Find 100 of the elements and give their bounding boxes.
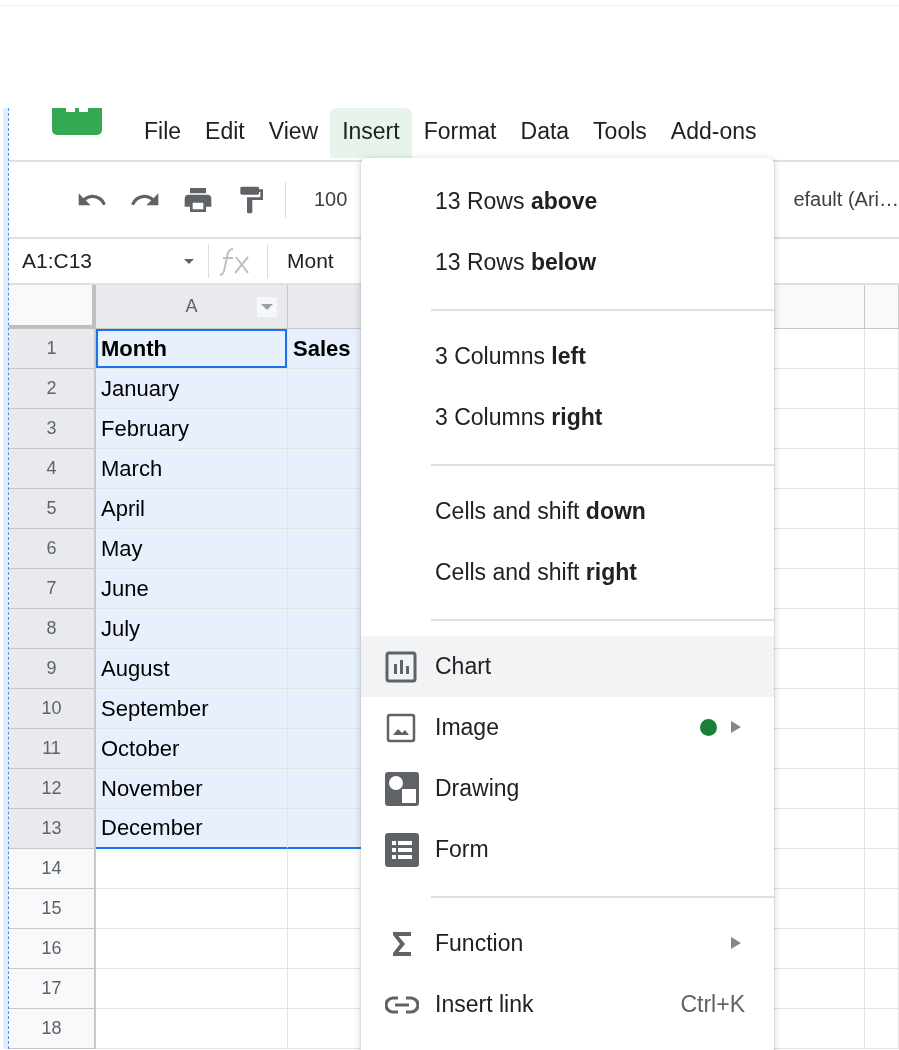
menu-item-label: Image <box>435 714 499 741</box>
table-cell[interactable] <box>865 889 899 929</box>
menu-item[interactable]: 3 Columns right <box>361 387 774 448</box>
menu-item-label: 3 Columns right <box>435 404 603 431</box>
row-header[interactable]: 5 <box>9 489 96 529</box>
table-cell[interactable] <box>96 1009 288 1049</box>
table-cell[interactable] <box>865 809 899 849</box>
table-cell[interactable]: March <box>96 449 288 489</box>
link-icon <box>385 994 419 1015</box>
menu-item[interactable]: Form <box>361 819 774 880</box>
row-header[interactable]: 12 <box>9 769 96 809</box>
menu-item-label: 13 Rows above <box>435 188 598 215</box>
column-header[interactable] <box>771 285 865 329</box>
row-header[interactable]: 4 <box>9 449 96 489</box>
row-header[interactable]: 16 <box>9 929 96 969</box>
table-cell[interactable] <box>865 329 899 369</box>
table-cell[interactable] <box>865 649 899 689</box>
table-cell[interactable]: December <box>96 809 288 849</box>
menu-bar-item[interactable]: Tools <box>581 108 659 158</box>
zoom-select[interactable]: 100 <box>314 188 348 211</box>
select-all-corner[interactable] <box>9 285 96 329</box>
menu-item[interactable]: Image <box>361 697 774 758</box>
row-header[interactable]: 11 <box>9 729 96 769</box>
table-cell[interactable] <box>865 489 899 529</box>
table-cell[interactable] <box>865 529 899 569</box>
menu-item-label: Function <box>435 930 524 957</box>
table-cell[interactable]: November <box>96 769 288 809</box>
row-header[interactable]: 10 <box>9 689 96 729</box>
menu-item[interactable]: 13 Rows above <box>361 171 774 232</box>
menu-bar-item[interactable]: Edit <box>193 108 257 158</box>
table-cell[interactable] <box>865 409 899 449</box>
row-header[interactable]: 18 <box>9 1009 96 1049</box>
form-icon <box>385 832 419 867</box>
menu-item[interactable]: Cells and shift down <box>361 481 774 542</box>
table-cell[interactable] <box>96 969 288 1009</box>
row-header[interactable]: 14 <box>9 849 96 889</box>
shortcut-text: Ctrl+K <box>680 991 745 1018</box>
table-cell[interactable] <box>865 689 899 729</box>
menu-bar-item[interactable]: View <box>256 108 331 158</box>
table-cell[interactable] <box>865 569 899 609</box>
name-box[interactable]: A1:C13 <box>22 249 182 273</box>
row-header[interactable]: 8 <box>9 609 96 649</box>
table-cell[interactable]: September <box>96 689 288 729</box>
font-select[interactable]: efault (Ari… <box>793 188 899 211</box>
table-cell[interactable] <box>96 849 288 889</box>
table-cell[interactable] <box>865 1009 899 1049</box>
row-header[interactable]: 13 <box>9 809 96 849</box>
table-cell[interactable]: June <box>96 569 288 609</box>
row-header[interactable]: 7 <box>9 569 96 609</box>
menu-item[interactable]: 3 Columns left <box>361 326 774 387</box>
app-logo-icon[interactable] <box>52 108 102 135</box>
menu-item[interactable]: Chart <box>361 636 774 697</box>
menu-item[interactable]: Drawing <box>361 758 774 819</box>
menu-item[interactable]: Cells and shift right <box>361 542 774 603</box>
row-header[interactable]: 9 <box>9 649 96 689</box>
menu-item-label: Cells and shift down <box>435 498 646 525</box>
table-cell[interactable]: Month <box>96 329 288 369</box>
table-cell[interactable] <box>865 969 899 1009</box>
formula-input[interactable]: Mont <box>287 249 334 273</box>
menu-bar-item[interactable]: File <box>132 108 194 158</box>
menu-bar-item[interactable]: Format <box>411 108 509 158</box>
dropdown-icon[interactable] <box>257 297 277 317</box>
table-cell[interactable] <box>865 929 899 969</box>
table-cell[interactable]: August <box>96 649 288 689</box>
table-cell[interactable]: January <box>96 369 288 409</box>
table-cell[interactable]: April <box>96 489 288 529</box>
caret-icon[interactable] <box>184 258 194 264</box>
table-cell[interactable] <box>96 889 288 929</box>
table-cell[interactable] <box>865 849 899 889</box>
menu-item-label: 13 Rows below <box>435 249 597 276</box>
menu-item-label: Form <box>435 836 489 863</box>
table-cell[interactable]: October <box>96 729 288 769</box>
column-header[interactable] <box>865 285 899 329</box>
chart-icon <box>385 650 417 683</box>
menu-bar-item[interactable]: Data <box>508 108 582 158</box>
menu-item[interactable]: Insert link Ctrl+K <box>361 974 774 1035</box>
row-header[interactable]: 3 <box>9 409 96 449</box>
row-header[interactable]: 15 <box>9 889 96 929</box>
column-header[interactable]: A <box>96 285 288 329</box>
menu-item-label: Drawing <box>435 775 520 802</box>
table-cell[interactable] <box>865 769 899 809</box>
drawing-icon <box>385 771 419 806</box>
menu-bar-item[interactable]: Add-ons <box>658 108 769 158</box>
table-cell[interactable]: May <box>96 529 288 569</box>
table-cell[interactable] <box>865 369 899 409</box>
row-header[interactable]: 1 <box>9 329 96 369</box>
menu-item-label: 3 Columns left <box>435 343 586 370</box>
menu-item-label: Chart <box>435 653 492 680</box>
row-header[interactable]: 6 <box>9 529 96 569</box>
menu-bar-item[interactable]: Insert <box>330 108 412 158</box>
table-cell[interactable] <box>865 449 899 489</box>
table-cell[interactable]: July <box>96 609 288 649</box>
table-cell[interactable] <box>865 729 899 769</box>
table-cell[interactable]: February <box>96 409 288 449</box>
row-header[interactable]: 2 <box>9 369 96 409</box>
menu-item[interactable]: Function <box>361 913 774 974</box>
menu-item[interactable]: 13 Rows below <box>361 232 774 293</box>
row-header[interactable]: 17 <box>9 969 96 1009</box>
table-cell[interactable] <box>96 929 288 969</box>
table-cell[interactable] <box>865 609 899 649</box>
